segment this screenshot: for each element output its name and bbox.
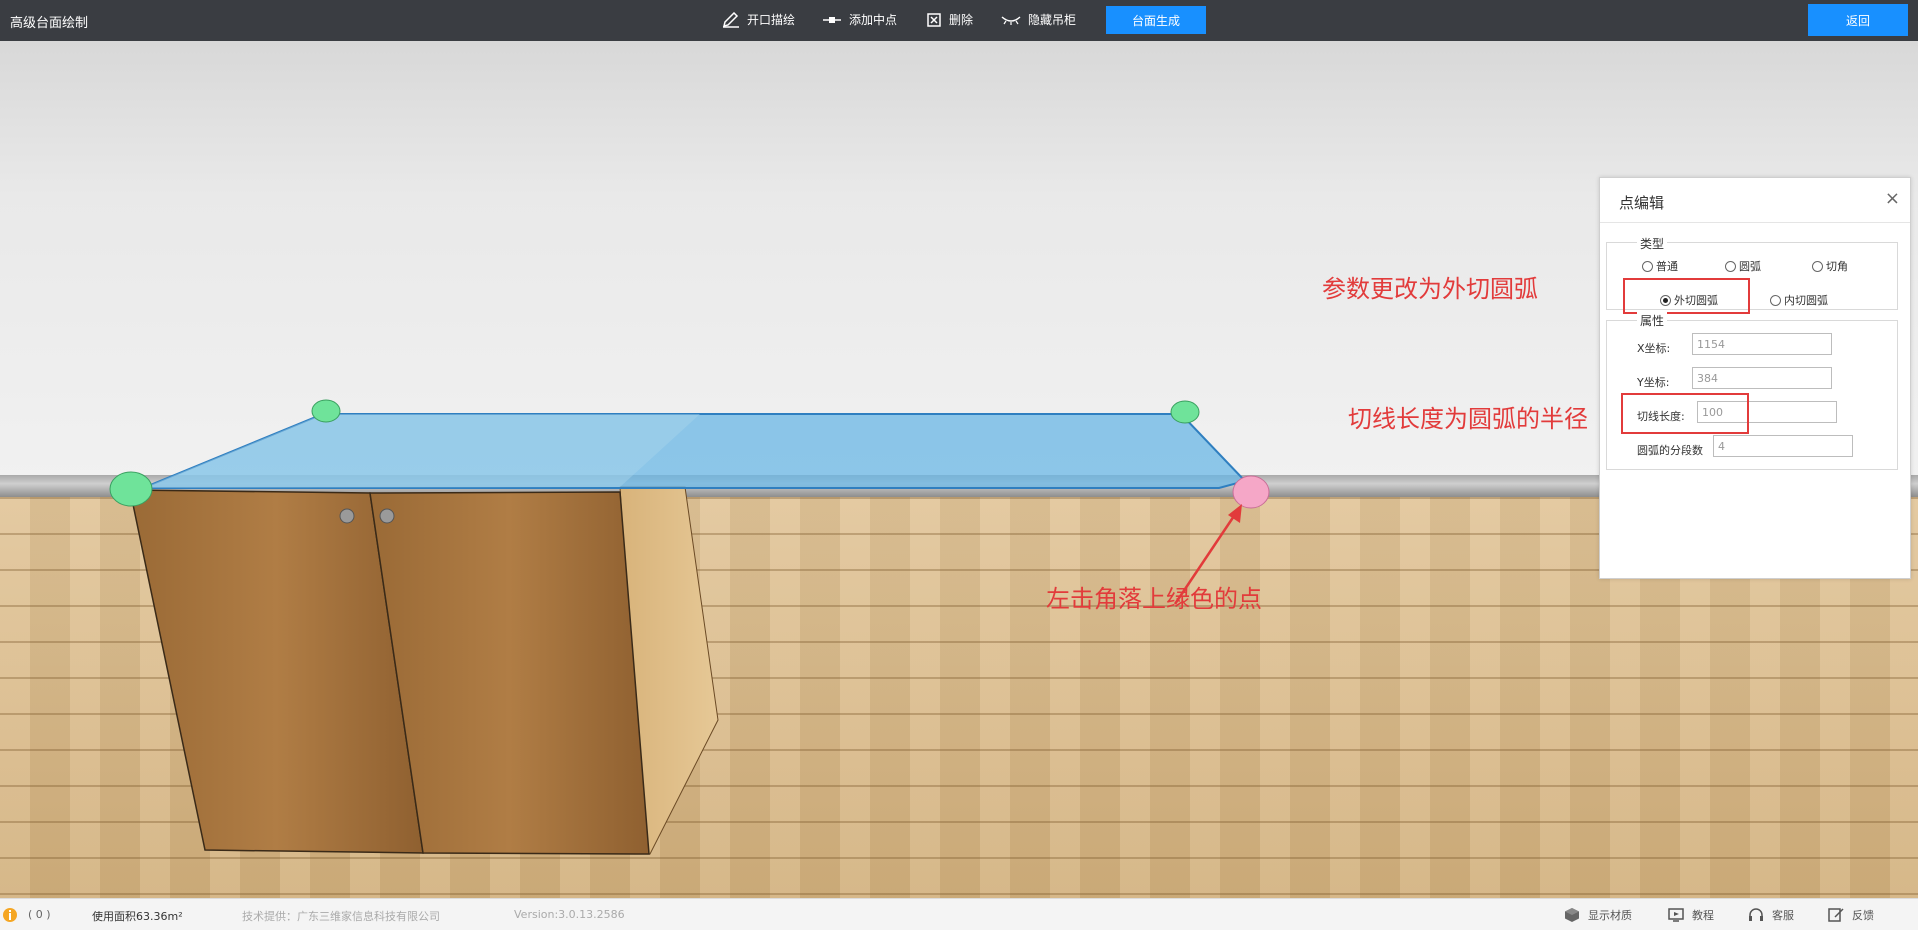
pencil-icon bbox=[722, 11, 739, 28]
panel-title: 点编辑 bbox=[1619, 194, 1665, 212]
countertop-overlap bbox=[143, 414, 700, 488]
eye-closed-icon bbox=[1001, 15, 1021, 25]
annotation-tangent-radius: 切线长度为圆弧的半径 bbox=[1348, 405, 1588, 433]
radio-dot bbox=[1770, 294, 1781, 306]
annotation-click-corner: 左击角落上绿色的点 bbox=[1046, 585, 1262, 613]
version: Version:3.0.13.2586 bbox=[514, 908, 625, 921]
annotation-change-param: 参数更改为外切圆弧 bbox=[1322, 275, 1538, 303]
headset-icon bbox=[1749, 908, 1763, 921]
type-label: 类型 bbox=[1637, 235, 1668, 252]
door-knob bbox=[379, 508, 395, 524]
selected-corner-point[interactable] bbox=[1232, 475, 1270, 509]
midpoint-icon bbox=[823, 16, 841, 23]
point-edit-panel: 点编辑 × 类型 普通 圆弧 切角 外切圆弧 内切圆弧 属性 X坐标: Y坐标:… bbox=[1599, 177, 1911, 579]
corner-point[interactable] bbox=[109, 471, 153, 507]
radio-inner-arc[interactable]: 内切圆弧 bbox=[1770, 292, 1828, 308]
corner-point[interactable] bbox=[1170, 400, 1200, 424]
close-icon[interactable]: × bbox=[1885, 188, 1900, 209]
highlight-box bbox=[1621, 393, 1749, 434]
support-label: 客服 bbox=[1772, 909, 1794, 922]
info-icon bbox=[3, 908, 17, 922]
delete-label: 删除 bbox=[949, 13, 974, 27]
arc-segments-input[interactable] bbox=[1713, 435, 1853, 457]
arc-segments-label: 圆弧的分段数 bbox=[1637, 444, 1703, 457]
generate-countertop-button[interactable]: 台面生成 bbox=[1106, 6, 1206, 34]
delete-tool[interactable]: 删除 bbox=[926, 11, 973, 28]
radio-label: 切角 bbox=[1826, 260, 1848, 273]
open-cutout-tool[interactable]: 开口描绘 bbox=[722, 11, 795, 28]
y-label: Y坐标: bbox=[1637, 376, 1670, 389]
add-midpoint-tool[interactable]: 添加中点 bbox=[822, 11, 897, 28]
radio-normal[interactable]: 普通 bbox=[1642, 258, 1678, 274]
feedback-button[interactable]: 反馈 bbox=[1828, 907, 1874, 923]
x-label: X坐标: bbox=[1637, 342, 1671, 355]
status-bar: ( 0 ) 使用面积63.36m² 技术提供：广东三维家信息科技有限公司 Ver… bbox=[0, 898, 1918, 930]
property-label: 属性 bbox=[1637, 312, 1668, 329]
open-cutout-label: 开口描绘 bbox=[747, 13, 796, 27]
radio-chamfer[interactable]: 切角 bbox=[1812, 258, 1848, 274]
app-title: 高级台面绘制 bbox=[10, 16, 89, 31]
back-button[interactable]: 返回 bbox=[1808, 4, 1908, 36]
hide-wall-cabinet-label: 隐藏吊柜 bbox=[1028, 13, 1077, 27]
show-material-button[interactable]: 显示材质 bbox=[1564, 907, 1632, 923]
door-knob bbox=[339, 508, 355, 524]
monitor-icon bbox=[1668, 908, 1684, 922]
cube-icon bbox=[1565, 908, 1579, 922]
divider bbox=[1600, 222, 1910, 223]
top-toolbar: 高级台面绘制 开口描绘 添加中点 删除 隐藏吊柜 台面生成 返回 bbox=[0, 0, 1918, 41]
radio-label: 普通 bbox=[1656, 260, 1678, 273]
show-material-label: 显示材质 bbox=[1588, 909, 1632, 922]
status-count: ( 0 ) bbox=[28, 908, 51, 921]
feedback-label: 反馈 bbox=[1852, 909, 1874, 922]
tech-provider: 技术提供：广东三维家信息科技有限公司 bbox=[242, 910, 440, 923]
x-coordinate-input[interactable] bbox=[1692, 333, 1832, 355]
tutorial-button[interactable]: 教程 bbox=[1668, 907, 1714, 923]
hide-wall-cabinet-tool[interactable]: 隐藏吊柜 bbox=[1001, 11, 1076, 28]
support-button[interactable]: 客服 bbox=[1748, 907, 1794, 923]
edit-icon bbox=[1828, 908, 1844, 922]
corner-point[interactable] bbox=[311, 399, 341, 423]
radio-dot bbox=[1725, 260, 1736, 272]
used-area: 使用面积63.36m² bbox=[92, 910, 183, 923]
radio-dot bbox=[1812, 260, 1823, 272]
delete-icon bbox=[927, 12, 941, 27]
tutorial-label: 教程 bbox=[1692, 909, 1714, 922]
radio-arc[interactable]: 圆弧 bbox=[1725, 258, 1761, 274]
radio-label: 内切圆弧 bbox=[1784, 294, 1828, 307]
add-midpoint-label: 添加中点 bbox=[849, 13, 898, 27]
highlight-box bbox=[1623, 278, 1750, 314]
y-coordinate-input[interactable] bbox=[1692, 367, 1832, 389]
radio-label: 圆弧 bbox=[1739, 260, 1761, 273]
radio-dot bbox=[1642, 260, 1653, 272]
